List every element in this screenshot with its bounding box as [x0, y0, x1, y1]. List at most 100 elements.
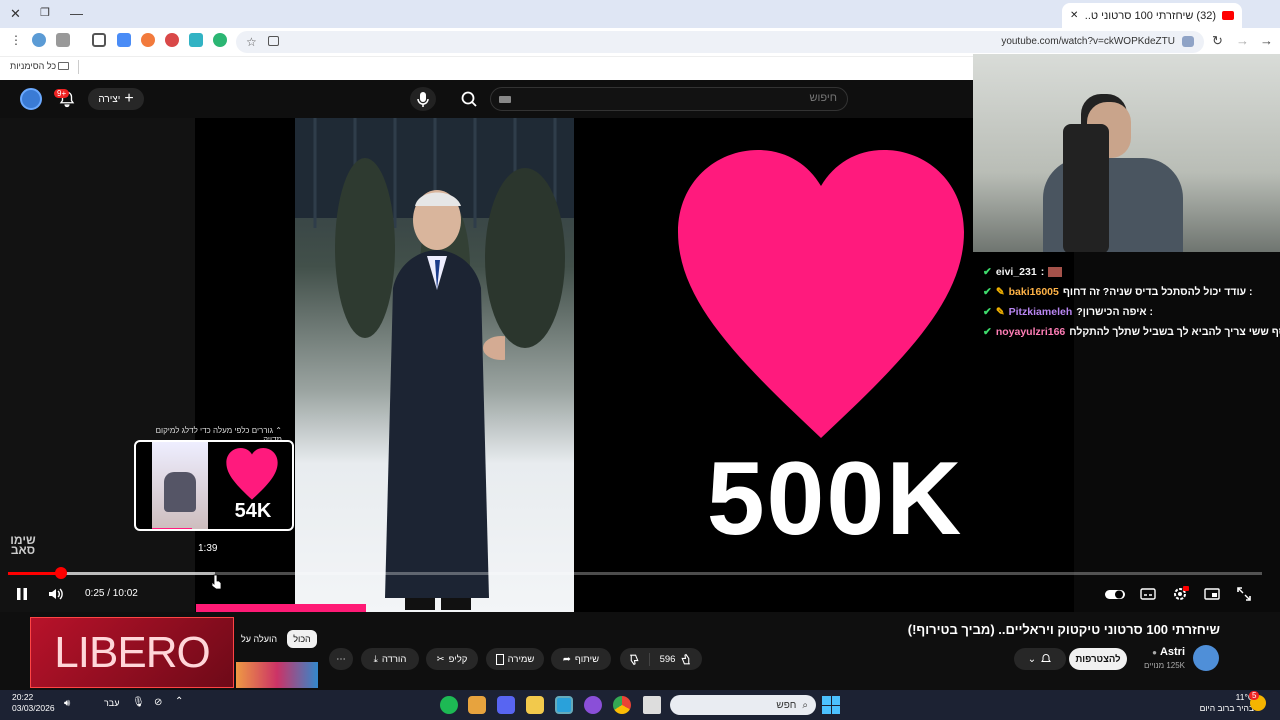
like-button[interactable]: 596 [650, 653, 702, 666]
taskbar-clock[interactable]: 20:22 03/03/2026 [12, 692, 55, 714]
language-indicator[interactable]: עבר [104, 698, 119, 708]
volume-tray-icon[interactable]: 🔊︎ [64, 698, 70, 709]
create-button[interactable]: יצירה + [88, 88, 144, 110]
thumbs-up-icon [681, 653, 691, 664]
file-explorer-icon[interactable] [526, 696, 544, 714]
search-button[interactable] [452, 87, 486, 111]
chat-text: : כסף ששי צריך להביא לך בשביל שתלך להתקל… [1069, 326, 1280, 338]
subtitles-icon[interactable] [1139, 585, 1157, 603]
bookmarks-divider [78, 60, 79, 74]
ad-banner[interactable]: LIBERO [30, 617, 234, 688]
dislike-button[interactable] [620, 652, 650, 666]
like-goal-counter: 500K [706, 441, 964, 557]
clip-button[interactable]: ✂ קליפ [426, 648, 478, 670]
show-hidden-icons[interactable]: ⌃ [175, 696, 183, 707]
chat-username: noyayulzri166 [995, 326, 1066, 338]
chat-username: Pitzkiameleh [1008, 306, 1073, 318]
channel-avatar[interactable] [1193, 645, 1219, 671]
autoplay-toggle[interactable] [1104, 585, 1126, 603]
back-icon[interactable]: → [1260, 33, 1273, 48]
notification-settings-button[interactable]: ⌄ [1014, 648, 1066, 670]
chrome-menu-icon[interactable]: ⋮ [10, 33, 22, 47]
chat-message: ✔ noyayulzri166 : כסף ששי צריך להביא לך … [983, 322, 1280, 342]
subscriber-count: 125K מנויים [1143, 661, 1185, 670]
profile-icon[interactable] [32, 33, 46, 47]
cast-icon[interactable] [268, 36, 279, 46]
voice-search-button[interactable] [410, 87, 436, 111]
subscribe-button[interactable]: להצטרפות [1069, 648, 1127, 670]
clip-label: קליפ [448, 653, 468, 665]
extension-icon-1[interactable] [117, 33, 131, 47]
windows-start-icon[interactable] [822, 696, 840, 714]
search-input[interactable] [537, 92, 837, 104]
discord-icon[interactable] [497, 696, 515, 714]
webcam-chair [1063, 124, 1109, 252]
taskbar-app-icon-3[interactable] [643, 696, 661, 714]
more-actions-button[interactable]: ⋯ [329, 648, 353, 670]
taskbar-app-icon-1[interactable] [468, 696, 486, 714]
bookmark-star-icon[interactable]: ☆ [246, 35, 257, 49]
miniplayer-icon[interactable] [1203, 585, 1221, 603]
extension-icon-4[interactable] [189, 33, 203, 47]
chevron-up-icon: ⌃ [275, 426, 282, 435]
chat-message: ✔ eivi_231 : [983, 262, 1280, 282]
minimize-window-icon[interactable]: — [70, 6, 83, 21]
preview-time: 1:39 [198, 543, 218, 554]
save-button[interactable]: שמירה [486, 648, 544, 670]
create-button-label: יצירה [98, 93, 121, 105]
extension-icon-5[interactable] [213, 33, 227, 47]
clock-time: 20:22 [12, 692, 34, 702]
preview-photo [152, 442, 208, 529]
chat-username: eivi_231 [995, 266, 1037, 278]
keyboard-icon[interactable] [499, 96, 511, 103]
windows-taskbar [0, 690, 1280, 720]
download-button[interactable]: ⤓ הורדה [361, 648, 419, 670]
url-text[interactable]: youtube.com/watch?v=ckWOPKdeZTU [1001, 36, 1175, 47]
download-icon: ⤓ [373, 653, 378, 665]
like-count: 596 [659, 653, 676, 665]
all-bookmarks-label[interactable]: כל הסימניות [10, 61, 56, 71]
thumbs-down-icon [630, 654, 639, 665]
fullscreen-icon[interactable] [1235, 585, 1253, 603]
mic-tray-icon[interactable]: 🎙︎ [132, 697, 145, 708]
chip-uploaded-by[interactable]: הועלה על [234, 630, 284, 648]
search-icon [461, 91, 475, 105]
site-info-icon[interactable] [1182, 36, 1194, 47]
chip-all[interactable]: הכול [287, 630, 317, 648]
restore-window-icon[interactable]: ❐ [40, 6, 50, 19]
extensions-icon[interactable] [92, 33, 106, 47]
taskbar-search[interactable]: חפש ⌕ [670, 695, 816, 715]
forward-icon[interactable]: → [1236, 33, 1249, 48]
pause-button[interactable] [13, 585, 31, 603]
recommended-thumbnail[interactable] [236, 662, 318, 688]
telegram-icon[interactable] [555, 696, 573, 714]
weather-widget[interactable]: 11°C בהיר ברוב היום [1200, 692, 1254, 714]
close-window-icon[interactable]: ✕ [10, 6, 21, 22]
search-icon: ⌕ [802, 699, 808, 711]
active-tab[interactable]: (32) שיחזרתי 100 סרטוני ט... ✕ [1062, 3, 1242, 28]
settings-gear-icon[interactable] [1171, 585, 1189, 603]
youtube-favicon-icon [1222, 11, 1234, 20]
close-tab-icon[interactable]: ✕ [1070, 10, 1078, 21]
progress-scrubber[interactable] [54, 567, 67, 579]
ad-brand: LIBERO [54, 627, 210, 677]
channel-name-row[interactable]: Astri ● [1152, 646, 1185, 658]
search-box[interactable] [490, 87, 848, 111]
media-control-icon[interactable] [56, 33, 70, 47]
avatar[interactable] [20, 88, 42, 110]
share-button[interactable]: ➦ שיתוף [551, 648, 611, 670]
network-tray-icon[interactable]: ⊘ [154, 697, 162, 708]
chat-badge-icon: ✔ [983, 286, 992, 298]
extension-icon-3[interactable] [165, 33, 179, 47]
reload-icon[interactable]: ↻ [1212, 33, 1223, 49]
taskbar-app-icon-2[interactable] [584, 696, 602, 714]
video-pink-bar [196, 604, 366, 612]
spotify-icon[interactable] [440, 696, 458, 714]
extension-icon-2[interactable] [141, 33, 155, 47]
chrome-icon[interactable] [613, 696, 631, 714]
share-icon: ➦ [562, 653, 571, 665]
heart-icon [678, 150, 964, 438]
channel-name[interactable]: Astri [1160, 646, 1185, 658]
bookmarks-bar [0, 56, 975, 80]
volume-button[interactable] [47, 585, 65, 603]
